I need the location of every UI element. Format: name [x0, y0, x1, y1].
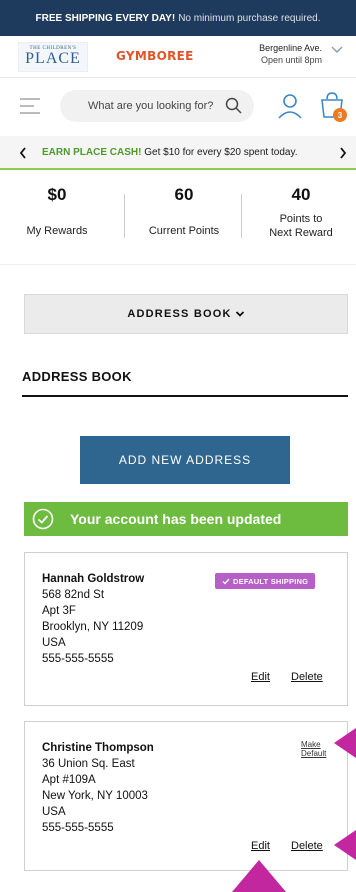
cart-count-badge: 3 — [333, 108, 347, 122]
childrens-place-logo[interactable]: THE CHILDREN'S PLACE — [18, 42, 88, 72]
promo-bold-text: FREE SHIPPING EVERY DAY! — [35, 12, 176, 24]
brand-row: THE CHILDREN'S PLACE GYMBOREE Bergenline… — [0, 36, 356, 78]
gymboree-logo[interactable]: GYMBOREE — [116, 49, 194, 63]
address-card: Christine Thompson 36 Union Sq. East Apt… — [24, 721, 348, 871]
address-line1: 568 82nd St — [42, 589, 105, 601]
search-row: 3 — [0, 78, 356, 136]
points-to-next-reward: 40 Points to Next Reward — [256, 184, 346, 240]
chevron-down-icon[interactable] — [330, 44, 344, 56]
account-icon[interactable] — [276, 92, 304, 120]
current-points-label: Current Points — [148, 225, 220, 237]
my-rewards-value: $0 — [47, 185, 67, 204]
annotation-pointer — [334, 728, 356, 758]
address-name: Christine Thompson — [42, 742, 154, 754]
chevron-right-icon[interactable] — [338, 146, 348, 160]
place-cash-banner[interactable]: EARN PLACE CASH! Get $10 for every $20 s… — [0, 136, 356, 170]
current-points: 60 Current Points — [134, 184, 234, 238]
account-nav-dropdown[interactable]: ADDRESS BOOK — [24, 294, 348, 334]
address-phone: 555-555-5555 — [42, 653, 114, 665]
my-rewards-label: My Rewards — [26, 225, 88, 237]
place-cash-detail: Get $10 for every $20 spent today. — [144, 147, 298, 158]
address-name: Hannah Goldstrow — [42, 573, 145, 585]
checkmark-icon — [222, 578, 230, 585]
my-rewards: $0 My Rewards — [14, 184, 100, 238]
address-line2: Apt 3F — [42, 605, 76, 617]
store-address: Bergenline Ave. — [259, 43, 322, 53]
store-locator[interactable]: Bergenline Ave. Open until 8pm — [259, 42, 322, 66]
address-card: Hannah Goldstrow 568 82nd St Apt 3F Broo… — [24, 552, 348, 706]
address-details: Hannah Goldstrow 568 82nd St Apt 3F Broo… — [42, 571, 144, 667]
place-cash-text: EARN PLACE CASH! Get $10 for every $20 s… — [42, 147, 297, 158]
promo-text: No minimum purchase required. — [178, 12, 321, 24]
points-to-next-value: 40 — [291, 185, 311, 204]
checkmark-circle-icon — [32, 508, 54, 530]
rewards-summary: $0 My Rewards 60 Current Points 40 Point… — [0, 172, 356, 264]
account-nav-label: ADDRESS BOOK — [127, 308, 232, 320]
address-city: Brooklyn, NY 11209 — [42, 621, 144, 633]
delete-address-link[interactable]: Delete — [291, 671, 323, 683]
address-line2: Apt #109A — [42, 774, 96, 786]
place-cash-bold: EARN PLACE CASH! — [42, 147, 142, 158]
address-phone: 555-555-5555 — [42, 822, 114, 834]
points-to-next-label-2: Next Reward — [269, 227, 333, 239]
add-new-address-button[interactable]: ADD NEW ADDRESS — [80, 436, 290, 484]
address-line1: 36 Union Sq. East — [42, 758, 135, 770]
annotation-pointer — [232, 860, 286, 892]
edit-address-link[interactable]: Edit — [251, 671, 270, 683]
logo-big-text: PLACE — [25, 50, 81, 67]
current-points-value: 60 — [174, 185, 194, 204]
page-title: ADDRESS BOOK — [22, 369, 132, 384]
address-country: USA — [42, 806, 66, 818]
address-city: New York, NY 10003 — [42, 790, 148, 802]
edit-address-link[interactable]: Edit — [251, 840, 270, 852]
points-to-next-label-1: Points to — [279, 213, 323, 225]
chevron-left-icon[interactable] — [18, 146, 28, 160]
default-shipping-label: DEFAULT SHIPPING — [233, 576, 309, 586]
store-hours: Open until 8pm — [260, 55, 322, 65]
success-message: Your account has been updated — [70, 511, 282, 527]
address-country: USA — [42, 637, 66, 649]
success-notification: Your account has been updated — [24, 502, 348, 536]
address-details: Christine Thompson 36 Union Sq. East Apt… — [42, 740, 154, 836]
delete-address-link[interactable]: Delete — [291, 840, 323, 852]
hamburger-icon[interactable] — [20, 98, 40, 114]
search-icon[interactable] — [224, 96, 244, 116]
divider — [241, 194, 242, 238]
divider — [124, 194, 125, 238]
annotation-pointer — [334, 830, 356, 860]
title-underline — [22, 395, 348, 397]
default-shipping-badge: DEFAULT SHIPPING — [215, 573, 316, 589]
divider — [0, 264, 356, 265]
promo-bar: FREE SHIPPING EVERY DAY! No minimum purc… — [0, 0, 356, 36]
chevron-down-icon — [235, 311, 244, 317]
